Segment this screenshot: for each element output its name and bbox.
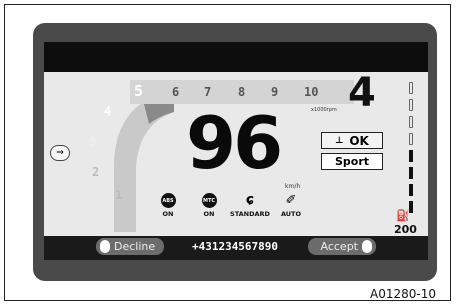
wing-indicator: ✐ AUTO	[271, 193, 311, 218]
mtc-icon: MTC	[201, 193, 217, 208]
fuel-segment-2	[409, 184, 413, 196]
range-value: 200	[394, 223, 417, 236]
gear-indicator: 4	[348, 70, 376, 116]
fuel-segment-5	[409, 133, 413, 145]
tach-label-4: 4	[104, 104, 112, 118]
fuel-segment-4	[409, 150, 413, 162]
cornering-indicator: ɕ STANDARD	[228, 192, 272, 219]
cornering-status: STANDARD	[230, 210, 270, 218]
tach-label-1: 1	[115, 188, 123, 202]
mtc-indicator: MTC ON	[189, 193, 229, 218]
accept-button[interactable]: Accept	[308, 238, 376, 255]
tach-label-2: 2	[92, 165, 100, 179]
cornering-mode-icon: ɕ	[245, 192, 255, 208]
screen-top-band	[44, 42, 428, 72]
abs-status: ON	[162, 210, 174, 218]
tach-label-3: 3	[89, 135, 97, 149]
fuel-pump-icon: ⛽	[396, 209, 410, 222]
decline-button[interactable]: Decline	[96, 238, 164, 255]
wing-status: AUTO	[280, 210, 302, 218]
decline-cap-icon	[100, 240, 110, 253]
abs-indicator: ABS ON	[148, 193, 188, 218]
wing-auto-icon: ✐	[285, 193, 297, 208]
fuel-segment-3	[409, 167, 413, 179]
menu-entry-button[interactable]: ⇒	[50, 145, 70, 161]
thermometer-icon: ⊥	[335, 135, 344, 146]
rpm-unit: x1000rpm	[311, 107, 337, 113]
fuel-segment-7	[409, 99, 413, 111]
figure-label: A01280-10	[370, 287, 436, 301]
mode-label: Sport	[334, 155, 370, 168]
status-ok-button[interactable]: ⊥ OK	[321, 132, 383, 149]
tach-label-8: 8	[238, 85, 246, 99]
fuel-segment-6	[409, 116, 413, 128]
decline-label: Decline	[114, 240, 156, 253]
riding-mode-button[interactable]: Sport	[321, 153, 383, 170]
abs-icon: ABS	[160, 193, 176, 208]
mtc-status: ON	[203, 210, 215, 218]
ok-label: OK	[349, 133, 369, 148]
menu-enter-icon: ⇒	[56, 148, 64, 158]
fuel-segment-8	[409, 82, 413, 94]
speed-unit: km/h	[285, 183, 301, 190]
speed-readout: 96	[186, 101, 283, 185]
tach-label-6: 6	[172, 85, 180, 99]
tach-label-7: 7	[204, 85, 212, 99]
caller-number: +431234567890	[191, 240, 279, 253]
accept-label: Accept	[320, 240, 359, 253]
accept-cap-icon	[362, 240, 372, 253]
tach-label-5: 5	[134, 82, 144, 100]
tach-label-10: 10	[304, 85, 319, 99]
tach-label-9: 9	[271, 85, 279, 99]
